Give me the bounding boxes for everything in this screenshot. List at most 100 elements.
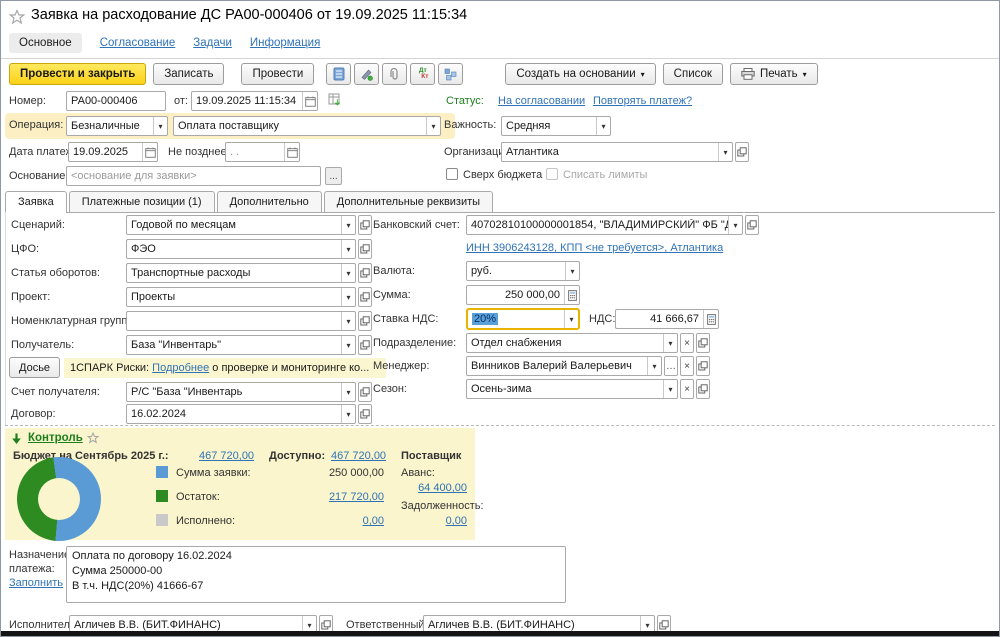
dropdown-arrow-icon[interactable]: ▾ <box>341 240 355 258</box>
bank-account-select[interactable]: 40702810100000001854, "ВЛАДИМИРСКИЙ" ФБ … <box>466 215 743 235</box>
inn-kpp-link[interactable]: ИНН 3906243128, КПП <не требуется>, Атла… <box>466 242 723 254</box>
basis-more-button[interactable]: ... <box>325 167 342 185</box>
open-manager-button[interactable] <box>696 356 710 376</box>
advance-value-link[interactable]: 64 400,00 <box>401 482 467 494</box>
attachments-button[interactable] <box>382 63 407 85</box>
organization-select[interactable]: Атлантика▾ <box>501 142 733 162</box>
save-button[interactable]: Записать <box>153 63 224 85</box>
currency-select[interactable]: руб.▾ <box>466 261 580 281</box>
season-select[interactable]: Осень-зима▾ <box>466 379 678 399</box>
calendar-icon[interactable] <box>284 143 299 161</box>
open-recipient-account-button[interactable] <box>358 382 372 402</box>
collapse-arrow-icon[interactable] <box>11 433 22 445</box>
open-organization-button[interactable] <box>735 142 749 162</box>
purpose-textarea[interactable]: Оплата по договору 16.02.2024 Сумма 2500… <box>66 546 566 603</box>
calculator-icon[interactable] <box>564 286 579 304</box>
post-button[interactable]: Провести <box>241 63 314 85</box>
basis-input[interactable]: <основание для заявки> <box>66 166 321 186</box>
clear-division-button[interactable]: × <box>680 333 694 353</box>
number-input[interactable]: РА00-000406 <box>66 91 166 111</box>
control-star-icon[interactable] <box>87 432 99 444</box>
dropdown-arrow-icon[interactable]: ▾ <box>426 117 440 135</box>
turnover-item-select[interactable]: Транспортные расходы▾ <box>126 263 356 283</box>
sign-button[interactable] <box>354 63 379 85</box>
over-budget-checkbox[interactable] <box>446 168 458 180</box>
dropdown-arrow-icon[interactable]: ▾ <box>596 117 610 135</box>
dropdown-arrow-icon[interactable]: ▾ <box>341 216 355 234</box>
scenario-select[interactable]: Годовой по месяцам▾ <box>126 215 356 235</box>
nav-info[interactable]: Информация <box>250 37 320 49</box>
print-button[interactable]: Печать▾ <box>730 63 818 85</box>
related-documents-button[interactable] <box>438 63 463 85</box>
fill-from-template-icon[interactable] <box>328 93 344 109</box>
open-contract-button[interactable] <box>358 404 372 424</box>
recipient-account-select[interactable]: Р/С "База "Инвентарь▾ <box>126 382 356 402</box>
amount-input[interactable]: 250 000,00 <box>466 285 580 305</box>
calculator-icon[interactable] <box>703 310 718 328</box>
favorite-star-icon[interactable] <box>9 9 25 25</box>
operation-kind-select[interactable]: Оплата поставщику▾ <box>173 116 441 136</box>
vat-input[interactable]: 41 666,67 <box>615 309 719 329</box>
open-nomenclature-group-button[interactable] <box>358 311 372 331</box>
calendar-icon[interactable] <box>142 143 157 161</box>
status-link[interactable]: На согласовании <box>498 95 585 107</box>
manager-select[interactable]: Винников Валерий Валерьевич▾ <box>466 356 662 376</box>
dropdown-arrow-icon[interactable]: ▾ <box>564 310 578 328</box>
dtkt-button[interactable]: ДтКт <box>410 63 435 85</box>
spark-more-link[interactable]: Подробнее <box>152 362 209 374</box>
dropdown-arrow-icon[interactable]: ▾ <box>718 143 732 161</box>
list-button[interactable]: Список <box>663 63 723 85</box>
dropdown-arrow-icon[interactable]: ▾ <box>728 216 742 234</box>
dropdown-arrow-icon[interactable]: ▾ <box>663 380 677 398</box>
open-turnover-item-button[interactable] <box>358 263 372 283</box>
register-report-button[interactable] <box>326 63 351 85</box>
manager-more-button[interactable]: … <box>664 356 678 376</box>
operation-type-select[interactable]: Безналичные▾ <box>66 116 168 136</box>
cfo-select[interactable]: ФЭО▾ <box>126 239 356 259</box>
division-select[interactable]: Отдел снабжения▾ <box>466 333 678 353</box>
legend-executed-value-link[interactable]: 0,00 <box>291 515 384 527</box>
open-recipient-button[interactable] <box>358 335 372 355</box>
tab-payment-positions[interactable]: Платежные позиции (1) <box>69 191 215 212</box>
datetime-input[interactable]: 19.09.2025 11:15:34 <box>191 91 318 111</box>
dropdown-arrow-icon[interactable]: ▾ <box>341 336 355 354</box>
post-and-close-button[interactable]: Провести и закрыть <box>9 63 146 85</box>
clear-manager-button[interactable]: × <box>680 356 694 376</box>
nav-tasks[interactable]: Задачи <box>193 37 232 49</box>
clear-season-button[interactable]: × <box>680 379 694 399</box>
tab-additional-attributes[interactable]: Дополнительные реквизиты <box>324 191 493 212</box>
open-cfo-button[interactable] <box>358 239 372 259</box>
repeat-payment-link[interactable]: Повторять платеж? <box>593 95 692 107</box>
budget-value-link[interactable]: 467 720,00 <box>199 450 254 462</box>
recipient-select[interactable]: База "Инвентарь"▾ <box>126 335 356 355</box>
legend-remainder-value-link[interactable]: 217 720,00 <box>291 491 384 503</box>
debt-value-link[interactable]: 0,00 <box>401 515 467 527</box>
project-select[interactable]: Проекты▾ <box>126 287 356 307</box>
payment-date-input[interactable]: 19.09.2025 <box>68 142 158 162</box>
dropdown-arrow-icon[interactable]: ▾ <box>647 357 661 375</box>
dropdown-arrow-icon[interactable]: ▾ <box>341 383 355 401</box>
nomenclature-group-select[interactable]: ▾ <box>126 311 356 331</box>
open-project-button[interactable] <box>358 287 372 307</box>
over-budget-label[interactable]: Сверх бюджета <box>463 169 542 181</box>
dropdown-arrow-icon[interactable]: ▾ <box>341 405 355 423</box>
contract-select[interactable]: 16.02.2024▾ <box>126 404 356 424</box>
nav-approval[interactable]: Согласование <box>100 37 176 49</box>
open-bank-account-button[interactable] <box>745 215 759 235</box>
dossier-button[interactable]: Досье <box>9 357 60 378</box>
tab-additional[interactable]: Дополнительно <box>217 191 322 212</box>
dropdown-arrow-icon[interactable]: ▾ <box>663 334 677 352</box>
nav-main[interactable]: Основное <box>9 33 82 53</box>
dropdown-arrow-icon[interactable]: ▾ <box>565 262 579 280</box>
create-based-button[interactable]: Создать на основании▾ <box>505 63 655 85</box>
fill-purpose-link[interactable]: Заполнить <box>9 577 63 589</box>
dropdown-arrow-icon[interactable]: ▾ <box>341 288 355 306</box>
vat-rate-select[interactable]: 20% ▾ <box>466 308 580 330</box>
dropdown-arrow-icon[interactable]: ▾ <box>341 264 355 282</box>
control-section-link[interactable]: Контроль <box>28 432 83 444</box>
deadline-input[interactable]: . . <box>225 142 300 162</box>
open-scenario-button[interactable] <box>358 215 372 235</box>
importance-select[interactable]: Средняя▾ <box>501 116 611 136</box>
open-season-button[interactable] <box>696 379 710 399</box>
dropdown-arrow-icon[interactable]: ▾ <box>153 117 167 135</box>
